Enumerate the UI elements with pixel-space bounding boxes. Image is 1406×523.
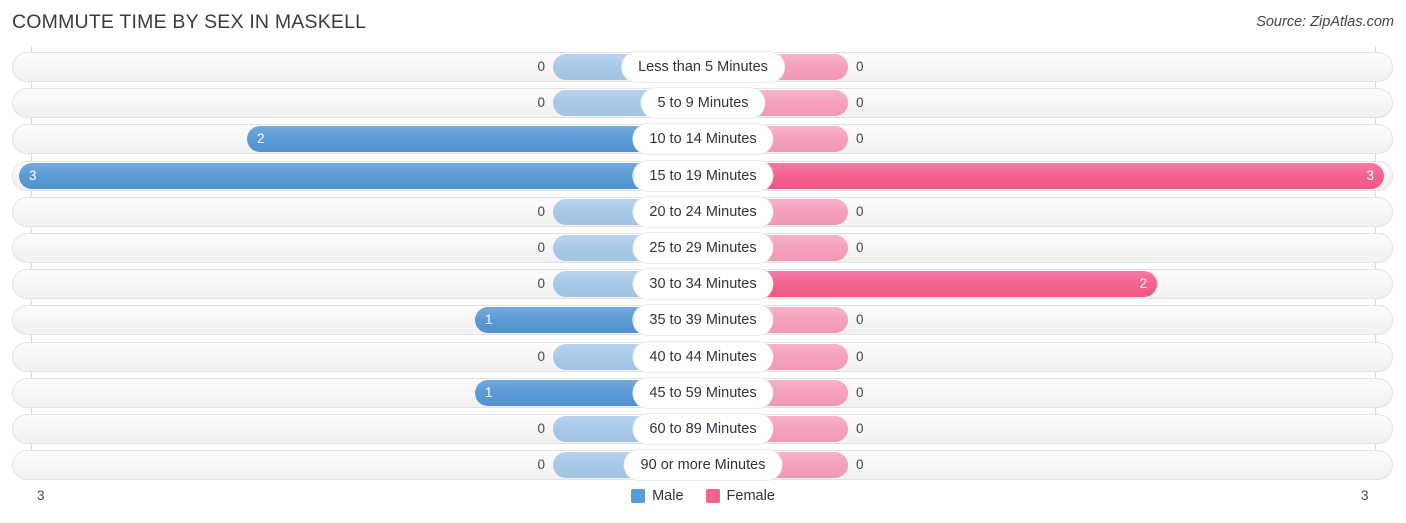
chart-row: 0 2 30 to 34 Minutes: [12, 269, 1393, 300]
chart-row: 0 0 25 to 29 Minutes: [12, 233, 1393, 263]
category-label: 20 to 24 Minutes: [633, 196, 773, 227]
bar-value-female: 0: [856, 95, 864, 111]
category-label: 25 to 29 Minutes: [633, 233, 773, 263]
bar-value-male: 0: [537, 421, 545, 436]
bar-value-male: 0: [537, 457, 545, 473]
chart-plot-area: 0 0 Less than 5 Minutes 0 0 5 to 9 Minutes 2 0 1…: [0, 46, 1406, 481]
bar-value-male: 1: [485, 312, 493, 328]
bar-value-male: 2: [257, 131, 265, 147]
bar-value-male: 0: [537, 59, 545, 74]
bar-value-female: 0: [856, 457, 864, 473]
legend-item-male[interactable]: Male: [631, 488, 684, 504]
chart-row: 0 0 90 or more Minutes: [12, 450, 1393, 481]
bar-female[interactable]: 3: [703, 162, 1384, 189]
category-label: 45 to 59 Minutes: [633, 377, 773, 408]
bar-male[interactable]: 3: [19, 162, 703, 189]
category-label: 90 or more Minutes: [624, 450, 782, 481]
bar-value-female: 0: [856, 203, 864, 219]
chart-row: 3 3 15 to 19 Minutes: [12, 160, 1393, 191]
category-label: Less than 5 Minutes: [622, 52, 784, 82]
bar-value-female: 0: [856, 312, 864, 328]
bar-value-male: 3: [29, 167, 37, 183]
bar-value-female: 3: [1366, 167, 1374, 183]
category-label: 10 to 14 Minutes: [633, 124, 773, 155]
bar-value-male: 1: [485, 384, 493, 400]
category-label: 40 to 44 Minutes: [633, 341, 773, 372]
chart-row: 1 0 35 to 39 Minutes: [12, 305, 1393, 336]
legend-label-female: Female: [726, 488, 775, 504]
bar-value-female: 2: [1139, 276, 1147, 292]
legend-label-male: Male: [652, 488, 684, 504]
category-label: 15 to 19 Minutes: [633, 160, 773, 191]
bar-value-female: 0: [856, 59, 864, 74]
category-label: 60 to 89 Minutes: [633, 414, 773, 444]
chart-row: 0 0 5 to 9 Minutes: [12, 88, 1393, 119]
chart-footer: 3 3 Male Female: [0, 480, 1406, 523]
bar-value-male: 0: [537, 348, 545, 364]
chart-row: 0 0 40 to 44 Minutes: [12, 341, 1393, 372]
bar-value-female: 0: [856, 421, 864, 436]
legend-item-female[interactable]: Female: [705, 488, 775, 504]
bar-value-male: 0: [537, 240, 545, 255]
source-attribution: Source: ZipAtlas.com: [1256, 14, 1394, 30]
category-label: 30 to 34 Minutes: [633, 269, 773, 300]
chart-row: 0 0 60 to 89 Minutes: [12, 414, 1393, 444]
bar-value-female: 0: [856, 348, 864, 364]
bar-value-male: 0: [537, 95, 545, 111]
legend-swatch-female-icon: [705, 489, 720, 503]
category-label: 5 to 9 Minutes: [641, 88, 765, 119]
bar-value-male: 0: [537, 203, 545, 219]
chart-header: COMMUTE TIME BY SEX IN MASKELL Source: Z…: [0, 0, 1406, 46]
bar-value-male: 0: [537, 276, 545, 292]
chart-row: 2 0 10 to 14 Minutes: [12, 124, 1393, 155]
bar-value-female: 0: [856, 131, 864, 147]
chart-row: 1 0 45 to 59 Minutes: [12, 377, 1393, 408]
bar-value-female: 0: [856, 240, 864, 255]
chart-row: 0 0 Less than 5 Minutes: [12, 52, 1393, 82]
bar-value-female: 0: [856, 384, 864, 400]
category-label: 35 to 39 Minutes: [633, 305, 773, 336]
chart-row: 0 0 20 to 24 Minutes: [12, 196, 1393, 227]
chart-legend: Male Female: [0, 488, 1406, 504]
commute-time-by-sex-chart: COMMUTE TIME BY SEX IN MASKELL Source: Z…: [0, 0, 1406, 523]
legend-swatch-male-icon: [631, 489, 646, 503]
page-title: COMMUTE TIME BY SEX IN MASKELL: [12, 11, 367, 33]
